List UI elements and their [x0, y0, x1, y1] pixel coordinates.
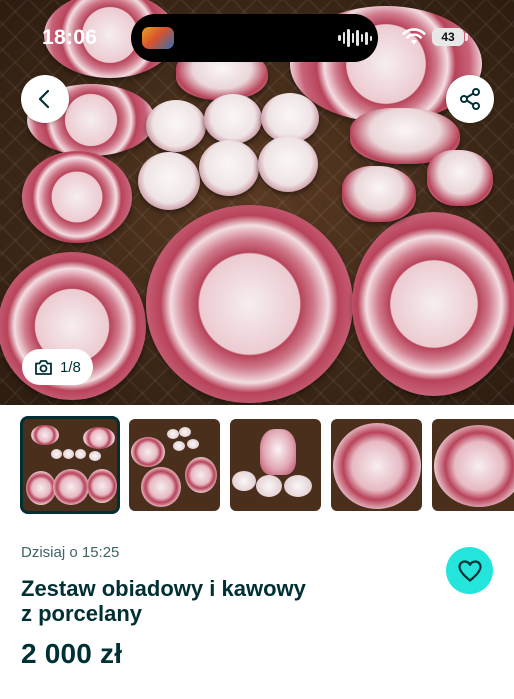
- live-activity-app-icon: [142, 27, 174, 49]
- thumb-plate: [131, 437, 165, 467]
- thumb-plate: [141, 467, 181, 507]
- thumb-plate: [434, 425, 514, 507]
- thumb-cup: [232, 471, 256, 491]
- back-button[interactable]: [21, 75, 69, 123]
- photo-sugar-bowl: [427, 150, 493, 206]
- listing-title-line-1: Zestaw obiadowy i kawowy: [21, 576, 306, 601]
- thumb-cup: [256, 475, 282, 497]
- heart-icon: [457, 559, 482, 582]
- photo-plate-right: [352, 212, 514, 396]
- thumbnail-1[interactable]: [20, 416, 120, 514]
- share-button[interactable]: [446, 75, 494, 123]
- photo-cup: [138, 152, 200, 210]
- battery-tip: [465, 33, 468, 41]
- audio-waveform-icon: [338, 28, 372, 48]
- battery-indicator: 43: [432, 28, 464, 46]
- thumbnail-4[interactable]: [331, 419, 422, 511]
- photo-cup: [258, 136, 318, 192]
- thumb-cup: [75, 449, 86, 459]
- thumb-teapot: [260, 429, 296, 475]
- thumb-cup: [167, 429, 179, 439]
- favorite-button[interactable]: [446, 547, 493, 594]
- photo-counter[interactable]: 1/8: [22, 349, 93, 385]
- thumb-cup: [63, 449, 74, 459]
- listing-date: Dzisiaj o 15:25: [21, 544, 120, 561]
- thumb-cup: [51, 449, 62, 459]
- thumb-plate: [83, 427, 115, 449]
- thumb-cup: [284, 475, 312, 497]
- photo-plate-stack-left: [22, 151, 132, 243]
- thumb-cup: [187, 439, 199, 449]
- share-icon: [460, 88, 480, 110]
- photo-plate-center: [146, 205, 353, 403]
- thumb-plate: [185, 457, 217, 493]
- photo-cup: [204, 94, 262, 144]
- wifi-icon: [402, 28, 426, 45]
- thumbnail-strip[interactable]: [0, 416, 514, 516]
- status-time: 18:06: [42, 26, 98, 49]
- camera-icon: [35, 359, 52, 375]
- thumbnail-5[interactable]: [432, 419, 514, 511]
- listing-price: 2 000 zł: [21, 638, 123, 669]
- photo-creamer: [342, 166, 416, 222]
- thumb-plate: [87, 469, 117, 503]
- chevron-left-icon: [38, 89, 50, 109]
- photo-cup: [199, 140, 259, 196]
- listing-title-line-2: z porcelany: [21, 601, 143, 626]
- listing-title: Zestaw obiadowy i kawowy z porcelany: [21, 576, 361, 626]
- thumb-cup: [89, 451, 101, 461]
- thumb-plate: [31, 425, 59, 445]
- photo-counter-label: 1/8: [60, 358, 81, 376]
- thumb-cup: [173, 441, 185, 451]
- thumb-cup: [179, 427, 191, 437]
- thumb-plate: [26, 471, 56, 505]
- thumbnail-3[interactable]: [230, 419, 321, 511]
- thumb-plate: [53, 469, 89, 505]
- thumbnail-2[interactable]: [129, 419, 220, 511]
- photo-cup: [146, 100, 206, 152]
- thumb-plate: [333, 423, 421, 509]
